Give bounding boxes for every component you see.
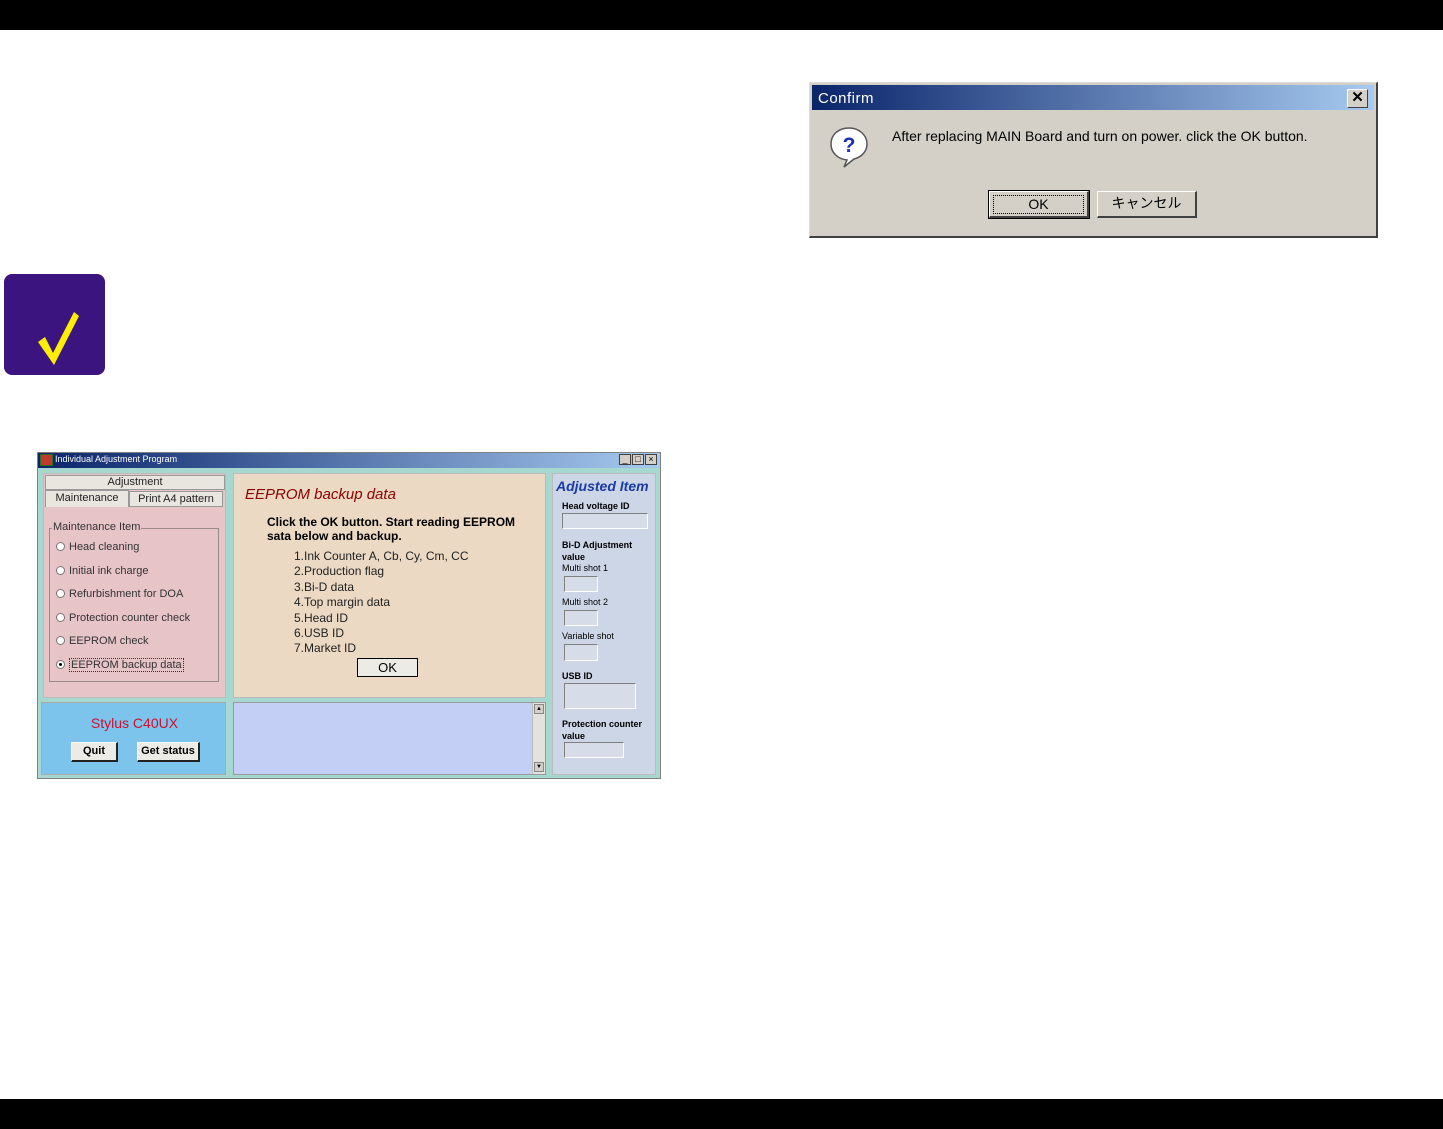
minimize-button[interactable]: _ bbox=[619, 454, 631, 465]
window-titlebar: Individual Adjustment Program _ □ × bbox=[38, 453, 660, 468]
usb-id-field bbox=[564, 683, 636, 709]
radio-icon bbox=[56, 566, 65, 575]
confirm-title: Confirm bbox=[818, 90, 875, 107]
tab-print-a4-pattern[interactable]: Print A4 pattern bbox=[129, 491, 223, 507]
ok-button[interactable]: OK bbox=[988, 190, 1090, 219]
radio-label: Initial ink charge bbox=[69, 565, 149, 577]
radio-head-cleaning[interactable]: Head cleaning bbox=[56, 541, 139, 555]
scroll-down-icon[interactable]: ▼ bbox=[534, 762, 544, 772]
list-item: 7.Market ID bbox=[294, 641, 357, 656]
maintenance-item-group: Maintenance Item Head cleaning Initial i… bbox=[49, 521, 219, 682]
usb-id-label: USB ID bbox=[562, 671, 593, 681]
radio-refurbishment-doa[interactable]: Refurbishment for DOA bbox=[56, 588, 183, 602]
instruction-text: Click the OK button. Start reading EEPRO… bbox=[267, 515, 516, 543]
radio-protection-counter-check[interactable]: Protection counter check bbox=[56, 612, 190, 626]
list-item: 3.Bi-D data bbox=[294, 579, 355, 594]
multi-shot-2-field bbox=[564, 610, 598, 626]
get-status-button[interactable]: Get status bbox=[137, 742, 200, 762]
adjusted-item-panel: Adjusted Item Head voltage ID Bi-D Adjus… bbox=[552, 473, 656, 775]
variable-shot-label: Variable shot bbox=[562, 631, 614, 641]
close-icon: ✕ bbox=[1351, 89, 1364, 106]
ok-button-label: OK bbox=[993, 195, 1084, 214]
radio-label: Protection counter check bbox=[69, 612, 191, 624]
eeprom-backup-panel: EEPROM backup data Click the OK button. … bbox=[233, 473, 546, 698]
radio-icon bbox=[56, 542, 65, 551]
scroll-up-icon[interactable]: ▲ bbox=[534, 704, 544, 714]
model-name: Stylus C40UX bbox=[90, 715, 179, 731]
multi-shot-1-field bbox=[564, 576, 598, 592]
svg-text:?: ? bbox=[843, 134, 856, 157]
tab-adjustment[interactable]: Adjustment bbox=[45, 475, 225, 490]
radio-label: Head cleaning bbox=[69, 541, 140, 553]
radio-selected-icon bbox=[56, 660, 65, 669]
app-icon bbox=[40, 454, 53, 466]
maintenance-panel: Adjustment Maintenance Print A4 pattern … bbox=[43, 473, 226, 698]
multi-shot-1-label: Multi shot 1 bbox=[562, 563, 609, 573]
list-item: 4.Top margin data bbox=[294, 595, 391, 610]
confirm-dialog: Confirm ✕ ? After replacing MAIN Board a… bbox=[809, 82, 1378, 238]
head-voltage-field bbox=[562, 513, 648, 529]
list-item: 6.USB ID bbox=[294, 626, 345, 641]
checkmark-icon bbox=[4, 274, 105, 375]
cancel-button[interactable]: キャンセル bbox=[1097, 191, 1197, 218]
radio-initial-ink-charge[interactable]: Initial ink charge bbox=[56, 565, 149, 579]
confirm-message: After replacing MAIN Board and turn on p… bbox=[892, 128, 1308, 144]
bottom-black-bar bbox=[0, 1099, 1443, 1129]
panel-heading: EEPROM backup data bbox=[245, 486, 396, 503]
confirm-close-button[interactable]: ✕ bbox=[1347, 89, 1368, 108]
top-black-bar bbox=[0, 0, 1443, 30]
head-voltage-label: Head voltage ID bbox=[562, 501, 630, 511]
radio-label: EEPROM backup data bbox=[69, 658, 184, 672]
quit-button[interactable]: Quit bbox=[71, 742, 118, 762]
log-scrollbar[interactable]: ▲ ▼ bbox=[532, 703, 545, 774]
list-item: 1.Ink Counter A, Cb, Cy, Cm, CC bbox=[294, 549, 469, 563]
radio-icon bbox=[56, 613, 65, 622]
variable-shot-field bbox=[564, 644, 598, 661]
window-close-button[interactable]: × bbox=[645, 454, 657, 465]
radio-label: EEPROM check bbox=[69, 635, 149, 647]
adjusted-item-heading: Adjusted Item bbox=[556, 478, 649, 494]
backup-item-list: 1.Ink Counter A, Cb, Cy, Cm, CC 2.Produc… bbox=[294, 549, 469, 657]
question-icon: ? bbox=[830, 127, 868, 168]
group-label: Maintenance Item bbox=[52, 521, 142, 533]
radio-icon bbox=[56, 636, 65, 645]
list-item: 5.Head ID bbox=[294, 610, 349, 625]
radio-eeprom-check[interactable]: EEPROM check bbox=[56, 635, 148, 649]
model-panel: Stylus C40UX Quit Get status bbox=[41, 702, 226, 775]
adjustment-program-window: Individual Adjustment Program _ □ × Adju… bbox=[37, 452, 661, 779]
multi-shot-2-label: Multi shot 2 bbox=[562, 597, 609, 607]
protection-counter-label: Protection counter value bbox=[562, 719, 643, 741]
protection-counter-field bbox=[564, 742, 624, 758]
tab-maintenance[interactable]: Maintenance bbox=[45, 490, 129, 507]
radio-icon bbox=[56, 589, 65, 598]
radio-eeprom-backup-data[interactable]: EEPROM backup data bbox=[56, 658, 184, 673]
list-item: 2.Production flag bbox=[294, 564, 385, 579]
radio-label: Refurbishment for DOA bbox=[69, 588, 184, 600]
bid-adjustment-label: Bi-D Adjustment value bbox=[562, 540, 633, 562]
backup-ok-button[interactable]: OK bbox=[357, 658, 418, 677]
confirm-titlebar: Confirm ✕ bbox=[812, 85, 1374, 110]
window-title: Individual Adjustment Program bbox=[55, 454, 178, 464]
status-log-area[interactable]: ▲ ▼ bbox=[233, 702, 546, 775]
maximize-button[interactable]: □ bbox=[632, 454, 644, 465]
